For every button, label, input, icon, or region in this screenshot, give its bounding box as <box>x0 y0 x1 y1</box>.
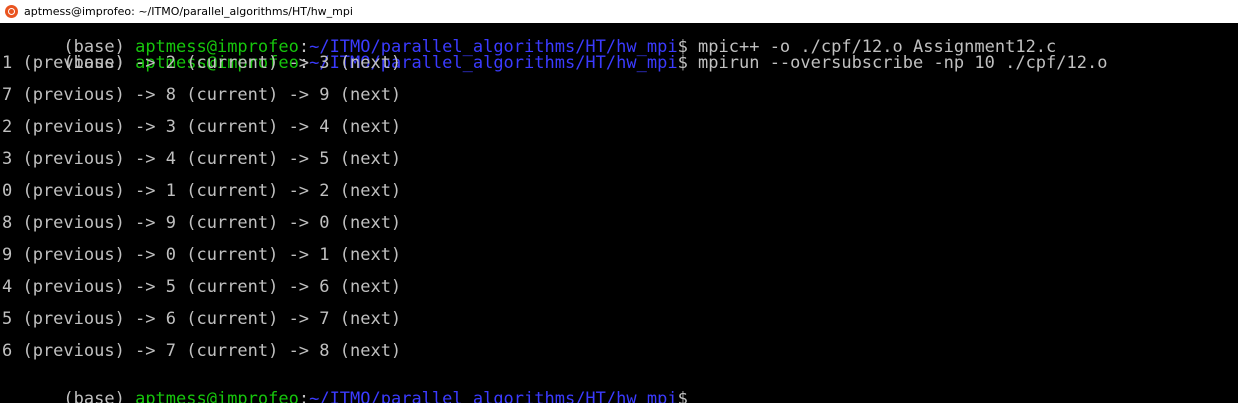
terminal-content[interactable]: (base) aptmess@improfeo:~/ITMO/parallel_… <box>0 23 1238 403</box>
prompt-symbol: $ <box>677 389 699 403</box>
output-line: 7 (previous) -> 8 (current) -> 9 (next) <box>2 85 402 105</box>
active-prompt-line[interactable]: (base) aptmess@improfeo:~/ITMO/parallel_… <box>2 375 712 403</box>
prompt-user-host: aptmess@improfeo <box>135 389 299 403</box>
conda-env: (base) <box>63 389 136 403</box>
window-title: aptmess@improfeo: ~/ITMO/parallel_algori… <box>24 5 353 18</box>
output-line: 3 (previous) -> 4 (current) -> 5 (next) <box>2 149 402 169</box>
output-line: 2 (previous) -> 3 (current) -> 4 (next) <box>2 117 402 137</box>
output-line: 4 (previous) -> 5 (current) -> 6 (next) <box>2 277 402 297</box>
output-line: 8 (previous) -> 9 (current) -> 0 (next) <box>2 213 402 233</box>
prompt-separator: : <box>298 389 310 403</box>
output-line: 0 (previous) -> 1 (current) -> 2 (next) <box>2 181 402 201</box>
command-line: (base) aptmess@improfeo:~/ITMO/parallel_… <box>2 23 1056 56</box>
prompt-symbol: $ <box>677 53 699 73</box>
terminal-window: aptmess@improfeo: ~/ITMO/parallel_algori… <box>0 0 1238 403</box>
title-bar[interactable]: aptmess@improfeo: ~/ITMO/parallel_algori… <box>0 0 1238 23</box>
output-line: 6 (previous) -> 7 (current) -> 8 (next) <box>2 341 402 361</box>
command-text: mpirun --oversubscribe -np 10 ./cpf/12.o <box>698 53 1108 73</box>
output-line: 1 (previous) -> 2 (current) -> 3 (next) <box>2 53 402 73</box>
output-line: 5 (previous) -> 6 (current) -> 7 (next) <box>2 309 402 329</box>
prompt-path: ~/ITMO/parallel_algorithms/HT/hw_mpi <box>309 389 678 403</box>
output-line: 9 (previous) -> 0 (current) -> 1 (next) <box>2 245 402 265</box>
ubuntu-icon <box>5 5 18 18</box>
